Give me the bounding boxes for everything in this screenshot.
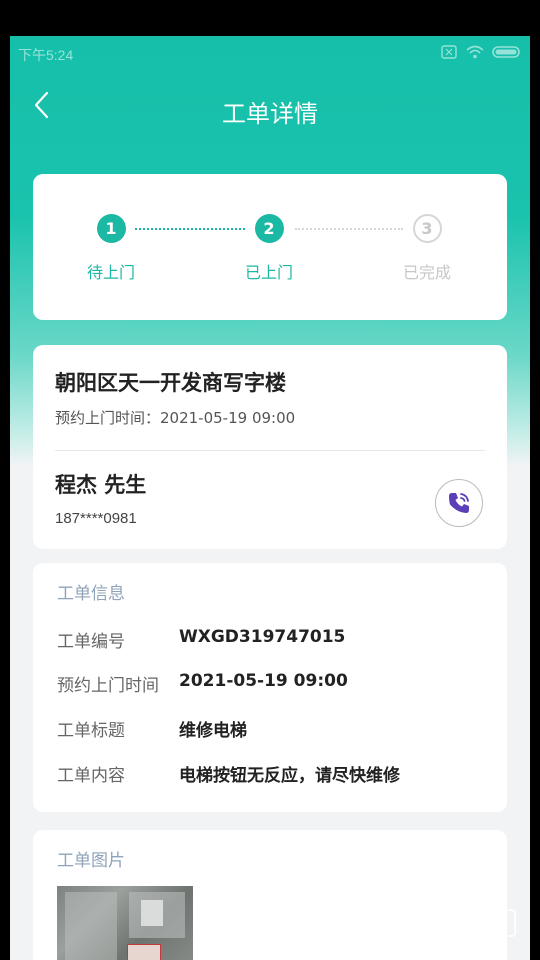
battery-icon (492, 46, 520, 58)
floating-overlay-handle[interactable] (496, 909, 516, 937)
order-info-title: 工单信息 (57, 584, 125, 604)
order-images-card: 工单图片 (33, 830, 507, 960)
wifi-icon (466, 45, 484, 59)
order-info-card: 工单信息 工单编号 WXGD319747015 预约上门时间 2021-05-1… (33, 563, 507, 812)
step-1-number: 1 (96, 214, 126, 243)
status-icons (440, 45, 522, 59)
step-2-number: 2 (254, 214, 284, 243)
call-button[interactable] (435, 479, 483, 527)
info-row-order-number: 工单编号 WXGD319747015 (57, 627, 497, 653)
address-title: 朝阳区天一开发商写字楼 (55, 371, 286, 395)
info-row-title: 工单标题 维修电梯 (57, 716, 497, 742)
contact-name: 程杰 先生 (55, 473, 147, 497)
info-value: 2021-05-19 09:00 (179, 671, 348, 691)
contact-phone: 187****0981 (55, 510, 137, 527)
info-key: 工单内容 (57, 766, 125, 786)
info-key: 工单编号 (57, 632, 125, 652)
notice-sign (127, 944, 161, 960)
info-row-content: 工单内容 电梯按钮无反应，请尽快维修 (57, 761, 497, 787)
info-value: 维修电梯 (179, 721, 247, 741)
phone-icon (449, 493, 469, 513)
status-time: 下午5:24 (18, 47, 74, 63)
step-1-label: 待上门 (86, 263, 135, 282)
info-key: 工单标题 (57, 721, 125, 741)
step-2: 2 已上门 (219, 214, 319, 283)
step-3: 3 已完成 (377, 214, 477, 283)
status-bar: 下午5:24 (10, 36, 530, 70)
appointment-time: 预约上门时间：2021-05-19 09:00 (55, 409, 296, 427)
progress-stepper: 1 待上门 2 已上门 3 已完成 (33, 174, 507, 320)
divider (55, 450, 485, 451)
step-1: 1 待上门 (61, 214, 161, 283)
page-title: 工单详情 (222, 100, 318, 128)
sim-icon (441, 45, 457, 59)
app-screen: 下午5:24 工单详情 1 待上门 2 已上门 3 已完成 朝阳区天一开发商写字… (10, 36, 530, 960)
step-2-label: 已上门 (244, 263, 293, 282)
address-card: 朝阳区天一开发商写字楼 预约上门时间：2021-05-19 09:00 程杰 先… (33, 345, 507, 549)
info-value: WXGD319747015 (179, 627, 346, 647)
nav-bar: 工单详情 (10, 84, 530, 134)
step-3-number: 3 (412, 214, 442, 243)
info-key: 预约上门时间 (57, 676, 159, 696)
step-3-label: 已完成 (402, 263, 451, 282)
info-row-appointment: 预约上门时间 2021-05-19 09:00 (57, 671, 497, 697)
info-value: 电梯按钮无反应，请尽快维修 (179, 766, 400, 786)
order-image-thumbnail[interactable] (57, 886, 193, 960)
order-images-title: 工单图片 (57, 851, 125, 871)
